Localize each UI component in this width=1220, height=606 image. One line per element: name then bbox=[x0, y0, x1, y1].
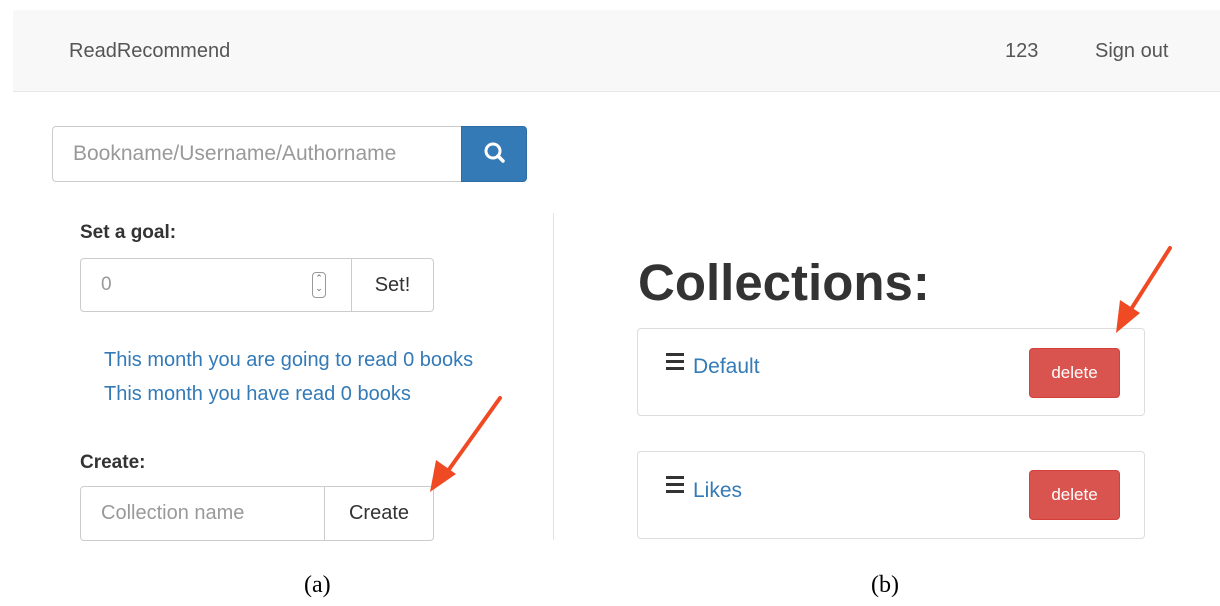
caption-a: (a) bbox=[304, 572, 331, 598]
caption-b: (b) bbox=[871, 572, 899, 598]
arrow-icon bbox=[1116, 246, 1172, 333]
annotation-arrows bbox=[430, 246, 1172, 492]
arrow-icon bbox=[430, 396, 502, 492]
